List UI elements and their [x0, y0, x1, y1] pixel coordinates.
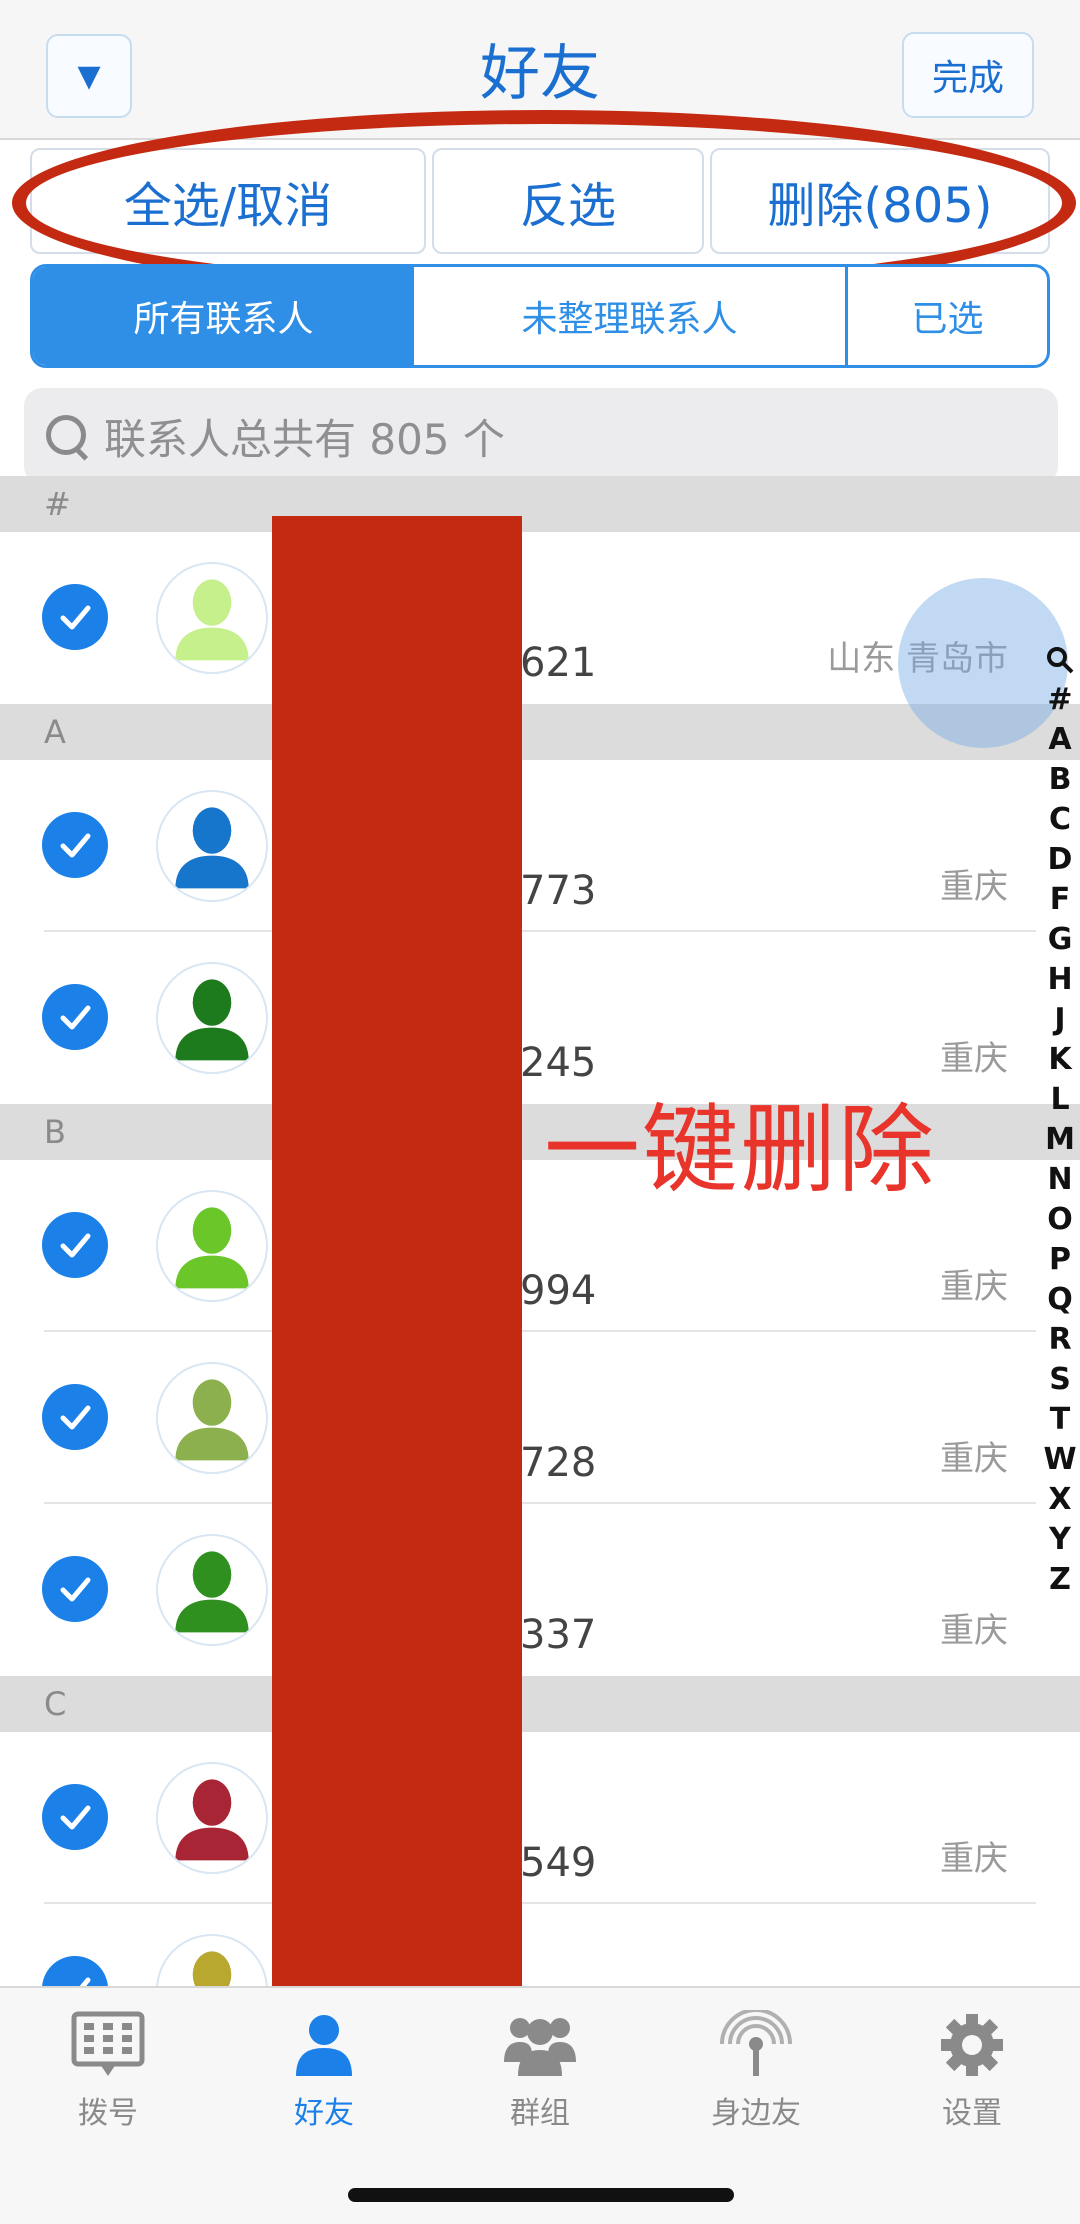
checkmark-icon[interactable]	[42, 812, 108, 878]
avatar	[156, 1762, 268, 1874]
tab-settings[interactable]: 设置	[864, 2010, 1080, 2132]
tab-label: 拨号	[78, 2096, 138, 2131]
contact-filter-segment: 所有联系人 未整理联系人 已选	[30, 264, 1050, 368]
index-letter[interactable]: L	[1040, 1080, 1080, 1120]
contact-region: 重庆	[940, 1267, 1008, 1307]
annotation-text: 一键删除	[544, 1094, 936, 1206]
contact-phone: 728	[520, 1440, 597, 1486]
avatar	[156, 1534, 268, 1646]
contact-row[interactable]: 337 重庆	[0, 1504, 1080, 1676]
nav-header: ▼ 好友 完成	[0, 0, 1080, 140]
index-letter[interactable]: F	[1040, 880, 1080, 920]
tab-label: 设置	[942, 2096, 1002, 2131]
done-button[interactable]: 完成	[902, 32, 1034, 118]
contact-row[interactable]: 549 重庆	[0, 1732, 1080, 1904]
index-letter[interactable]: J	[1040, 1000, 1080, 1040]
tab-label: 群组	[510, 2096, 570, 2131]
segment-unsorted-contacts[interactable]: 未整理联系人	[414, 267, 848, 365]
checkmark-icon[interactable]	[42, 1784, 108, 1850]
avatar	[156, 790, 268, 902]
index-letter[interactable]: #	[1040, 680, 1080, 720]
avatar	[156, 962, 268, 1074]
contact-region: 重庆	[940, 1039, 1008, 1079]
index-letter[interactable]: N	[1040, 1160, 1080, 1200]
checkmark-icon[interactable]	[42, 584, 108, 650]
index-letter[interactable]: W	[1040, 1440, 1080, 1480]
index-letter[interactable]: B	[1040, 760, 1080, 800]
tab-friends[interactable]: 好友	[216, 2010, 432, 2132]
index-letter[interactable]: M	[1040, 1120, 1080, 1160]
index-letter[interactable]: A	[1040, 720, 1080, 760]
index-letter[interactable]: D	[1040, 840, 1080, 880]
index-search-icon[interactable]	[1040, 640, 1080, 680]
index-letter[interactable]: P	[1040, 1240, 1080, 1280]
section-header: C	[0, 1676, 1080, 1732]
index-letter[interactable]: Z	[1040, 1560, 1080, 1600]
search-bar[interactable]: 联系人总共有 805 个	[24, 388, 1058, 484]
contact-phone: 245	[520, 1040, 597, 1086]
tab-groups[interactable]: 群组	[432, 2010, 648, 2132]
avatar	[156, 1190, 268, 1302]
contact-region: 重庆	[940, 867, 1008, 907]
dialpad-icon	[70, 2010, 146, 2080]
segment-selected[interactable]: 已选	[848, 267, 1047, 365]
contact-region: 重庆	[940, 1611, 1008, 1651]
home-indicator	[348, 2188, 734, 2202]
contact-phone: 994	[520, 1268, 597, 1314]
index-letter[interactable]: R	[1040, 1320, 1080, 1360]
checkmark-icon[interactable]	[42, 1384, 108, 1450]
index-letter[interactable]: S	[1040, 1360, 1080, 1400]
person-icon	[286, 2010, 362, 2080]
avatar	[156, 1362, 268, 1474]
gear-icon	[934, 2010, 1010, 2080]
delete-button[interactable]: 删除(805)	[710, 148, 1050, 254]
contact-phone: 773	[520, 868, 597, 914]
index-letter[interactable]: T	[1040, 1400, 1080, 1440]
segment-all-contacts[interactable]: 所有联系人	[33, 267, 414, 365]
checkmark-icon[interactable]	[42, 1556, 108, 1622]
select-all-button[interactable]: 全选/取消	[30, 148, 426, 254]
tab-dial[interactable]: 拨号	[0, 2010, 216, 2132]
index-letter[interactable]: G	[1040, 920, 1080, 960]
signal-tower-icon	[718, 2008, 794, 2080]
contact-region: 重庆	[940, 1439, 1008, 1479]
checkmark-icon[interactable]	[42, 1956, 108, 1986]
section-header: #	[0, 476, 1080, 532]
avatar	[156, 1934, 268, 1986]
index-letter[interactable]: X	[1040, 1480, 1080, 1520]
index-letter[interactable]: C	[1040, 800, 1080, 840]
index-letter[interactable]: H	[1040, 960, 1080, 1000]
index-letter[interactable]: O	[1040, 1200, 1080, 1240]
search-placeholder: 联系人总共有 805 个	[104, 414, 505, 464]
contact-phone: 337	[520, 1612, 597, 1658]
contact-row[interactable]: 728 重庆	[0, 1332, 1080, 1504]
batch-action-bar: 全选/取消 反选 删除(805)	[30, 148, 1050, 256]
checkmark-icon[interactable]	[42, 1212, 108, 1278]
contact-phone: 621	[520, 640, 597, 686]
index-letter[interactable]: Q	[1040, 1280, 1080, 1320]
contact-row[interactable]: 773 重庆	[0, 760, 1080, 932]
tab-label: 好友	[294, 2096, 354, 2131]
index-letter[interactable]: Y	[1040, 1520, 1080, 1560]
search-icon	[42, 411, 92, 461]
tab-nearby[interactable]: 身边友	[648, 2008, 864, 2132]
tab-label: 身边友	[711, 2096, 801, 2131]
avatar	[156, 562, 268, 674]
index-letter[interactable]: K	[1040, 1040, 1080, 1080]
contact-region: 重庆	[940, 1839, 1008, 1879]
group-icon	[502, 2010, 578, 2080]
alphabet-index-bar[interactable]: # A B C D F G H J K L M N O P Q R S T W X Y Z	[1040, 640, 1080, 1600]
invert-selection-button[interactable]: 反选	[432, 148, 704, 254]
contact-row[interactable]	[0, 1904, 1080, 1986]
redaction-block	[272, 516, 522, 1990]
checkmark-icon[interactable]	[42, 984, 108, 1050]
contact-phone: 549	[520, 1840, 597, 1886]
contact-row[interactable]: 245 重庆	[0, 932, 1080, 1104]
